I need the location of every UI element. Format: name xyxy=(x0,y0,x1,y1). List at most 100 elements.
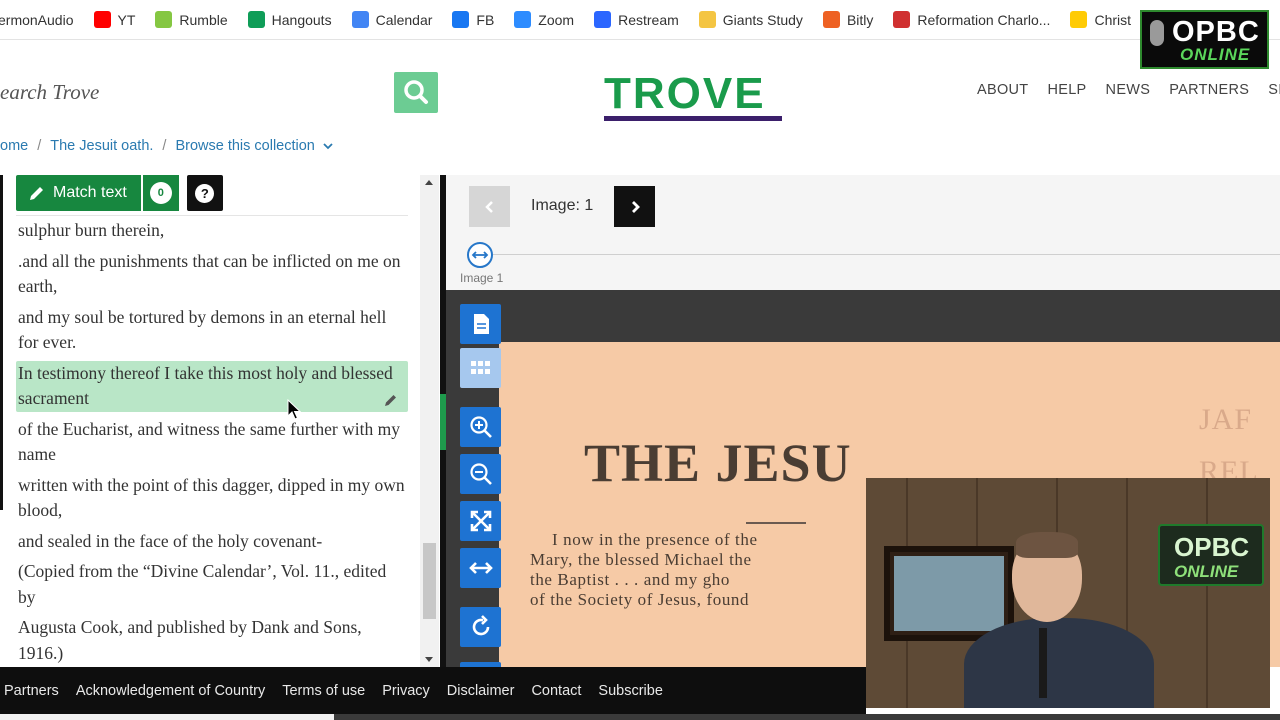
nav-sign-in[interactable]: SIGN xyxy=(1268,82,1280,98)
scroll-up-icon[interactable] xyxy=(425,180,433,185)
transcript-line[interactable]: and sealed in the face of the holy coven… xyxy=(16,529,408,555)
image-slider-track[interactable] xyxy=(480,254,1280,255)
bookmark-rumble[interactable]: Rumble xyxy=(155,11,228,28)
transcript-toolbar: Match text 0 ? xyxy=(16,175,223,213)
fit-to-screen-button[interactable] xyxy=(460,501,501,541)
previous-image-button[interactable] xyxy=(469,186,510,227)
search-button[interactable] xyxy=(394,72,438,113)
fit-width-button[interactable] xyxy=(460,548,501,588)
trove-logo[interactable]: TROVE xyxy=(604,69,784,126)
transcript-line-selected[interactable]: In testimony thereof I take this most ho… xyxy=(16,360,408,412)
presenter-body xyxy=(964,618,1154,708)
bookmark-restream[interactable]: Restream xyxy=(594,11,679,28)
bookmark-reformation-charlo[interactable]: Reformation Charlo... xyxy=(893,11,1050,28)
footer-terms[interactable]: Terms of use xyxy=(282,683,365,699)
footer-partners[interactable]: Partners xyxy=(4,683,59,699)
calendar-icon xyxy=(351,11,369,28)
horizontal-arrows-icon xyxy=(471,251,489,259)
nav-about[interactable]: ABOUT xyxy=(977,82,1028,98)
image-slider-handle[interactable] xyxy=(467,242,493,268)
scrollbar-thumb[interactable] xyxy=(423,543,436,619)
nav-help[interactable]: HELP xyxy=(1047,82,1086,98)
document-line: the Baptist . . . and my gho xyxy=(530,570,731,589)
document-line: of the Society of Jesus, found xyxy=(530,590,750,609)
badge-line2: ONLINE xyxy=(1180,45,1251,64)
chevron-left-icon xyxy=(484,200,493,213)
wall-logo-line2: ONLINE xyxy=(1174,562,1239,581)
rotate-icon xyxy=(472,615,489,636)
transcript-line[interactable]: and my soul be tortured by demons in an … xyxy=(16,305,408,356)
footer-subscribe[interactable]: Subscribe xyxy=(598,683,662,699)
document-icon xyxy=(473,314,489,334)
horizontal-arrows-icon xyxy=(468,562,493,574)
bookmark-label: YT xyxy=(117,11,136,28)
footer-acknowledgement[interactable]: Acknowledgement of Country xyxy=(76,683,265,699)
bookmark-label: Bitly xyxy=(846,11,874,28)
bookmark-yt[interactable]: YT xyxy=(93,11,136,28)
bookmark-hangouts[interactable]: Hangouts xyxy=(247,11,332,28)
hangouts-icon xyxy=(247,11,265,28)
next-image-button[interactable] xyxy=(614,186,655,227)
horizontal-scrollbar[interactable] xyxy=(0,714,1280,720)
image-counter: Image: 1 xyxy=(531,197,594,214)
nav-news[interactable]: NEWS xyxy=(1106,82,1151,98)
bookmark-label: FB xyxy=(476,11,495,28)
bookmark-zoom[interactable]: Zoom xyxy=(514,11,574,28)
edit-line-icon[interactable] xyxy=(384,393,398,407)
transcript-line[interactable]: .and all the punishments that can be inf… xyxy=(16,249,408,300)
opbc-wall-logo: OPBC ONLINE xyxy=(1158,524,1264,586)
bookmark-label: ermonAudio xyxy=(0,11,74,28)
breadcrumb-home[interactable]: ome xyxy=(0,138,28,154)
folder-icon xyxy=(698,11,716,28)
footer-disclaimer[interactable]: Disclaimer xyxy=(447,683,515,699)
help-icon: ? xyxy=(195,183,215,203)
zoom-out-button[interactable] xyxy=(460,454,501,494)
scroll-down-icon[interactable] xyxy=(425,657,433,662)
transcript-line[interactable]: written with the point of this dagger, d… xyxy=(16,473,408,524)
bookmark-bitly[interactable]: Bitly xyxy=(822,11,874,28)
wall-plank xyxy=(1206,478,1208,708)
help-button[interactable]: ? xyxy=(186,175,223,211)
bookmark-fb[interactable]: FB xyxy=(452,11,494,28)
rumble-icon xyxy=(155,11,173,28)
zoom-in-button[interactable] xyxy=(460,407,501,447)
nav-partners[interactable]: PARTNERS xyxy=(1169,82,1249,98)
bookmark-calendar[interactable]: Calendar xyxy=(351,11,432,28)
zoom-out-icon xyxy=(469,463,492,485)
grid-view-button[interactable] xyxy=(460,348,501,388)
transcript-line[interactable]: Augusta Cook, and published by Dank and … xyxy=(16,615,408,666)
breadcrumb-separator: / xyxy=(162,138,167,154)
picture-frame xyxy=(884,546,1014,641)
match-text-button[interactable]: Match text xyxy=(16,175,141,211)
bookmark-label: Christ xyxy=(1094,11,1132,28)
text-view-button[interactable] xyxy=(460,304,501,344)
transcript-scrollbar[interactable] xyxy=(420,175,439,667)
transcript-line[interactable]: of the Eucharist, and witness the same f… xyxy=(16,417,408,468)
document-line: Mary, the blessed Michael the xyxy=(530,550,752,569)
browse-collection-link[interactable]: Browse this collection xyxy=(175,138,314,154)
footer-contact[interactable]: Contact xyxy=(531,683,581,699)
chevron-down-icon xyxy=(323,143,333,150)
transcript-line-text: sulphur burn therein, xyxy=(18,220,165,240)
transcript-line-text: and sealed in the face of the holy coven… xyxy=(18,530,323,551)
slider-caption: Image 1 xyxy=(460,271,504,285)
transcript-line[interactable]: sulphur burn therein, xyxy=(16,218,408,244)
bookmark-label: Zoom xyxy=(538,11,575,28)
wall-logo-line1: OPBC xyxy=(1174,532,1250,562)
scrollbar-thumb[interactable] xyxy=(0,714,334,720)
transcript-line-text: (Copied from the “Divine Calendar’, Vol.… xyxy=(18,561,387,607)
search-input[interactable]: earch Trove xyxy=(0,80,99,105)
transcript-panel: Match text 0 ? sulphur burn therein, .and… xyxy=(0,175,440,667)
transcript-line-text: Augusta Cook, and published by Dank and … xyxy=(18,617,362,663)
microphone xyxy=(1039,628,1047,698)
footer-privacy[interactable]: Privacy xyxy=(382,683,430,699)
breadcrumb-item[interactable]: The Jesuit oath. xyxy=(50,138,153,154)
opbc-badge: OPBC ONLINE xyxy=(1140,10,1269,69)
bookmark-giants-study[interactable]: Giants Study xyxy=(698,11,803,28)
transcript-line[interactable]: (Copied from the “Divine Calendar’, Vol.… xyxy=(16,559,408,610)
match-text-label: Match text xyxy=(53,184,127,201)
bookmark-christ[interactable]: Christ xyxy=(1070,11,1131,28)
bookmark-ermonaudio[interactable]: ermonAudio xyxy=(0,12,74,28)
rotate-button[interactable] xyxy=(460,607,501,647)
transcript-line-text: of the Eucharist, and witness the same f… xyxy=(18,418,400,465)
